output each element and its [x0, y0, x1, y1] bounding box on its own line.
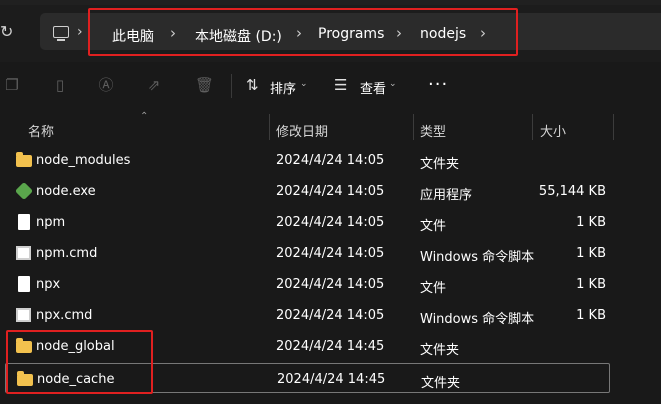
- column-divider[interactable]: [413, 114, 414, 140]
- sort-icon[interactable]: ⇅: [246, 76, 259, 94]
- file-type: 文件夹: [421, 376, 461, 391]
- file-size: 1 KB: [576, 308, 606, 323]
- file-size: 1 KB: [576, 277, 606, 292]
- breadcrumb-highlight-box: [88, 8, 518, 56]
- file-type: Windows 命令脚本: [420, 250, 535, 265]
- sort-button[interactable]: 排序: [270, 78, 296, 97]
- view-button[interactable]: 查看: [360, 78, 386, 97]
- this-pc-icon[interactable]: [53, 26, 69, 41]
- column-divider[interactable]: [269, 114, 270, 140]
- column-header-name[interactable]: 名称: [28, 121, 54, 140]
- toolbar-divider: [231, 74, 232, 98]
- file-name: npx: [36, 277, 61, 292]
- cmd-file-icon: [16, 246, 31, 260]
- file-date: 2024/4/24 14:05: [276, 277, 385, 292]
- file-icon: [18, 276, 30, 292]
- file-date: 2024/4/24 14:05: [276, 215, 385, 230]
- file-row[interactable]: npx.cmd 2024/4/24 14:05 Windows 命令脚本 1 K…: [5, 300, 610, 330]
- column-header-date[interactable]: 修改日期: [276, 121, 328, 140]
- chevron-right-icon[interactable]: ›: [77, 24, 83, 40]
- file-row[interactable]: npx 2024/4/24 14:05 文件 1 KB: [5, 269, 610, 299]
- column-divider[interactable]: [613, 114, 614, 140]
- file-date: 2024/4/24 14:45: [277, 372, 386, 387]
- file-type: 文件夹: [420, 157, 460, 172]
- file-type: Windows 命令脚本: [420, 312, 535, 327]
- file-row[interactable]: npm.cmd 2024/4/24 14:05 Windows 命令脚本 1 K…: [5, 238, 610, 268]
- rename-icon[interactable]: Ⓐ: [98, 77, 114, 93]
- file-name: npm.cmd: [36, 246, 98, 261]
- file-row[interactable]: node_modules 2024/4/24 14:05 文件夹: [5, 145, 610, 175]
- file-date: 2024/4/24 14:05: [276, 153, 385, 168]
- file-date: 2024/4/24 14:45: [276, 339, 385, 354]
- sort-ascending-icon: ⌃: [140, 111, 149, 122]
- paste-icon[interactable]: ▯: [52, 77, 68, 93]
- file-name: npm: [36, 215, 66, 230]
- file-type: 文件夹: [420, 343, 460, 358]
- file-type: 文件: [420, 219, 447, 234]
- file-name: node.exe: [36, 184, 96, 199]
- file-size: 1 KB: [576, 246, 606, 261]
- column-divider[interactable]: [532, 114, 533, 140]
- file-type: 应用程序: [420, 188, 473, 203]
- file-date: 2024/4/24 14:05: [276, 308, 385, 323]
- file-icon: [18, 214, 30, 230]
- file-date: 2024/4/24 14:05: [276, 184, 385, 199]
- refresh-icon[interactable]: ↻: [0, 20, 16, 44]
- column-header-size[interactable]: 大小: [540, 121, 566, 140]
- file-row[interactable]: node.exe 2024/4/24 14:05 应用程序 55,144 KB: [5, 176, 610, 206]
- copy-icon[interactable]: ❐: [4, 77, 20, 93]
- file-size: 1 KB: [576, 215, 606, 230]
- delete-icon[interactable]: 🗑: [195, 77, 214, 93]
- chevron-down-icon[interactable]: ⌄: [300, 79, 308, 89]
- folders-highlight-box: [6, 330, 153, 394]
- chevron-down-icon[interactable]: ⌄: [389, 79, 397, 89]
- file-name: node_modules: [36, 153, 131, 168]
- folder-icon: [16, 152, 32, 167]
- share-icon[interactable]: ⇗: [146, 77, 162, 93]
- file-name: npx.cmd: [36, 308, 93, 323]
- cmd-file-icon: [16, 308, 31, 322]
- view-icon[interactable]: ☰: [334, 76, 347, 94]
- file-type: 文件: [420, 281, 447, 296]
- file-date: 2024/4/24 14:05: [276, 246, 385, 261]
- file-row[interactable]: npm 2024/4/24 14:05 文件 1 KB: [5, 207, 610, 237]
- column-header-type[interactable]: 类型: [420, 121, 446, 140]
- file-size: 55,144 KB: [538, 184, 606, 199]
- more-options-button[interactable]: ···: [428, 74, 448, 95]
- node-exe-icon: [14, 181, 34, 201]
